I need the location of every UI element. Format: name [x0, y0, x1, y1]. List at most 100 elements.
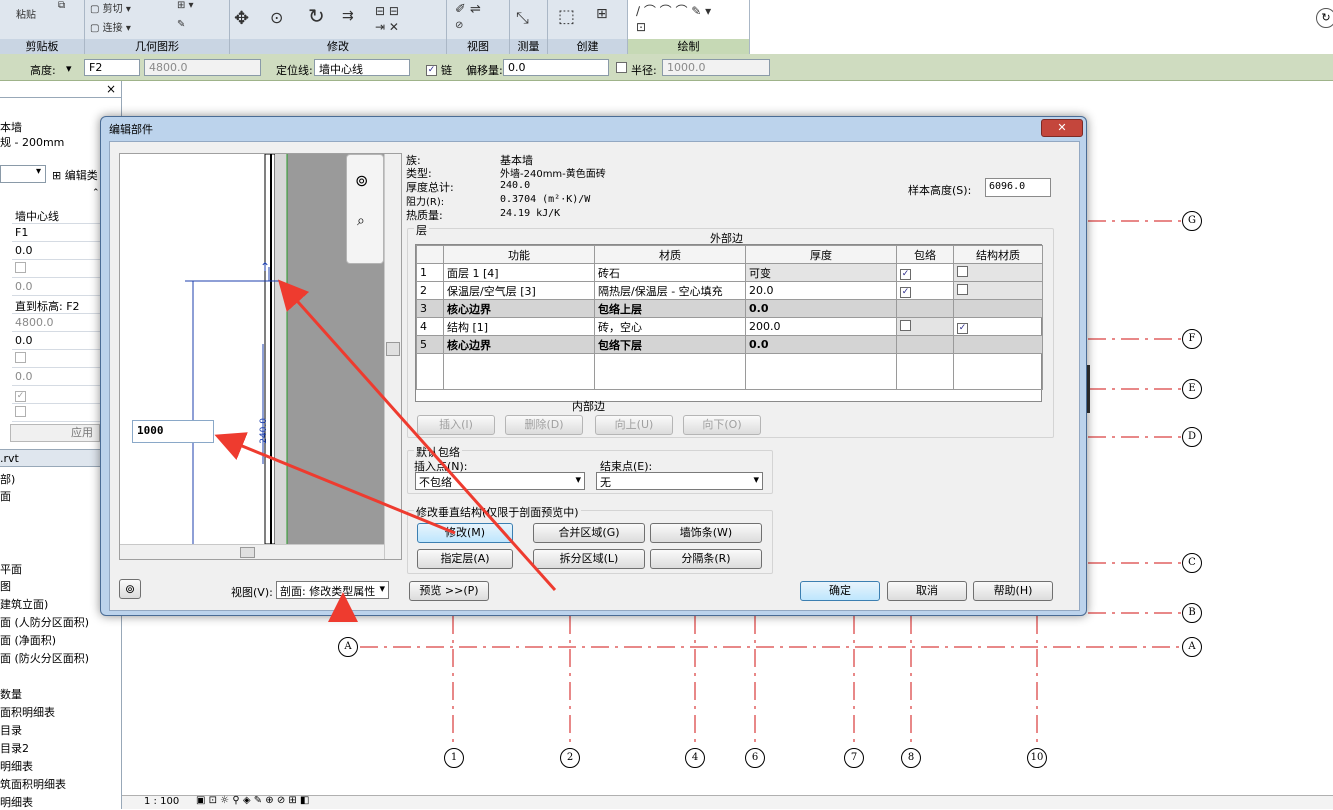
- prop-top-offset[interactable]: 0.0: [12, 332, 100, 350]
- cell-thickness[interactable]: 0.0: [745, 335, 897, 354]
- tree-item-4[interactable]: 图: [0, 578, 11, 594]
- copy-icon[interactable]: ⧉: [58, 0, 65, 11]
- radius-checkbox[interactable]: [616, 62, 627, 76]
- cell-material[interactable]: 隔热层/保温层 - 空心填充: [594, 281, 746, 300]
- apply-button[interactable]: 应用: [10, 424, 100, 442]
- reveals-button[interactable]: 分隔条(R): [650, 549, 762, 569]
- move-icon[interactable]: ✥: [234, 8, 249, 29]
- steering-wheel[interactable]: ⊚ ⌕: [346, 154, 384, 264]
- tree-item-12[interactable]: 目录2: [0, 740, 29, 756]
- zoom-region-icon[interactable]: ⌕: [357, 213, 365, 229]
- edit-type-button[interactable]: ⊞ 编辑类: [52, 167, 98, 183]
- prop-room-bounding[interactable]: ✓: [12, 386, 100, 404]
- prop-base-level[interactable]: F1: [12, 224, 100, 242]
- cell-thickness[interactable]: 可变: [745, 263, 897, 282]
- radius-field[interactable]: 1000.0: [662, 59, 770, 76]
- table-row[interactable]: 4 结构 [1] 砖，空心 200.0 ✓: [416, 317, 1043, 336]
- prop-location-line[interactable]: 墙中心线: [12, 206, 100, 224]
- close-icon[interactable]: ✕: [1041, 119, 1083, 137]
- grid-bubble-8[interactable]: 8: [901, 748, 921, 768]
- grid-bubble-E[interactable]: E: [1182, 379, 1202, 399]
- prop-base-offset[interactable]: 0.0: [12, 242, 100, 260]
- prop-base-extension[interactable]: 0.0: [12, 278, 100, 296]
- cell-wrap[interactable]: ✓: [896, 281, 954, 300]
- delete-icon[interactable]: ⇥ ✕: [375, 20, 399, 34]
- tree-item-9[interactable]: 数量: [0, 686, 22, 702]
- tree-item-11[interactable]: 目录: [0, 722, 22, 738]
- join-button[interactable]: ▢ 连接 ▾: [90, 19, 131, 34]
- move-up-button[interactable]: 向上(U): [595, 415, 673, 435]
- cell-material[interactable]: 包络下层: [594, 335, 746, 354]
- chain-checkbox[interactable]: ✓: [426, 62, 437, 76]
- sample-height-field[interactable]: 6096.0: [985, 178, 1051, 197]
- end-point-select[interactable]: 无: [596, 472, 763, 490]
- view-control-icons[interactable]: ▣ ⊡ ☼ ⚲ ◈ ✎ ⊕ ⊘ ⊞ ◧: [196, 795, 309, 806]
- hscroll-thumb[interactable]: [240, 547, 255, 558]
- height-level-select[interactable]: F2: [84, 59, 140, 76]
- tree-item-1[interactable]: 部): [0, 471, 15, 487]
- grid-bubble-7[interactable]: 7: [844, 748, 864, 768]
- table-row[interactable]: 2 保温层/空气层 [3] 隔热层/保温层 - 空心填充 20.0 ✓: [416, 281, 1043, 300]
- arrow-up-icon[interactable]: ↑: [260, 260, 270, 274]
- cell-function[interactable]: 核心边界: [443, 299, 595, 318]
- table-row[interactable]: 5 核心边界 包络下层 0.0: [416, 335, 1043, 354]
- grid-bubble-C[interactable]: C: [1182, 553, 1202, 573]
- insert-point-select[interactable]: 不包络: [415, 472, 585, 490]
- row-number[interactable]: 2: [416, 281, 444, 300]
- vscroll-thumb[interactable]: [386, 342, 400, 356]
- preview-dimension-label[interactable]: 240.0: [259, 418, 269, 444]
- tree-item-5[interactable]: 建筑立面): [0, 596, 48, 612]
- cell-wrap[interactable]: [896, 317, 954, 336]
- cell-material[interactable]: 砖石: [594, 263, 746, 282]
- rotate-icon[interactable]: ↻: [308, 4, 325, 28]
- view-select[interactable]: 剖面: 修改类型属性: [276, 581, 389, 599]
- cell-wrap[interactable]: ✓: [896, 263, 954, 282]
- tree-item-3[interactable]: 平面: [0, 561, 22, 577]
- insert-layer-button[interactable]: 插入(I): [417, 415, 495, 435]
- tree-item-13[interactable]: 明细表: [0, 758, 33, 774]
- collapse-icon[interactable]: ⌃: [92, 188, 100, 198]
- grid-bubble-4[interactable]: 4: [685, 748, 705, 768]
- modify-button[interactable]: 修改(M): [417, 523, 513, 543]
- measure-icon[interactable]: ⤡: [516, 8, 529, 28]
- height-dropdown-arrow-icon[interactable]: ▾: [66, 62, 72, 75]
- tree-item-10[interactable]: 面积明细表: [0, 704, 55, 720]
- scale-label[interactable]: 1 : 100: [144, 796, 179, 807]
- row-number[interactable]: 1: [416, 263, 444, 282]
- tree-item-8[interactable]: 面 (防火分区面积): [0, 650, 89, 666]
- prop-top-attached[interactable]: [12, 350, 100, 368]
- delete-layer-button[interactable]: 删除(D): [505, 415, 583, 435]
- table-row[interactable]: 3 核心边界 包络上层 0.0: [416, 299, 1043, 318]
- preview-hscrollbar[interactable]: [120, 544, 384, 559]
- grid-bubble-10[interactable]: 10: [1027, 748, 1047, 768]
- cut-button[interactable]: ▢ 剪切 ▾: [90, 0, 131, 15]
- cell-structural[interactable]: [953, 281, 1043, 300]
- create-similar-icon[interactable]: ⊞: [596, 6, 608, 22]
- grid-bubble-A-right[interactable]: A: [1182, 637, 1202, 657]
- preview-toggle-button[interactable]: 预览 >>(P): [409, 581, 489, 601]
- preview-vscrollbar[interactable]: [384, 154, 401, 559]
- draw-tools-icon[interactable]: ∕ ⌒ ⌒ ⌒ ✎ ▾: [636, 2, 711, 19]
- row-number[interactable]: 5: [416, 335, 444, 354]
- cancel-button[interactable]: 取消: [887, 581, 967, 601]
- row-number[interactable]: 4: [416, 317, 444, 336]
- pick-lines-icon[interactable]: ⊡: [636, 20, 646, 34]
- assign-layers-button[interactable]: 指定层(A): [417, 549, 513, 569]
- cell-function[interactable]: 结构 [1]: [443, 317, 595, 336]
- paste-label[interactable]: 粘贴: [16, 6, 36, 21]
- instance-filter-select[interactable]: ▾: [0, 165, 46, 183]
- geometry-tools-icon[interactable]: ⊞ ▾: [177, 0, 194, 11]
- cell-thickness[interactable]: 0.0: [745, 299, 897, 318]
- trim-icon[interactable]: ⇉: [342, 8, 354, 24]
- table-row[interactable]: 1 面层 1 [4] 砖石 可变 ✓: [416, 263, 1043, 282]
- cell-function[interactable]: 面层 1 [4]: [443, 263, 595, 282]
- ok-button[interactable]: 确定: [800, 581, 880, 601]
- prop-top-constraint[interactable]: 直到标高: F2: [12, 296, 100, 314]
- tree-item-7[interactable]: 面 (净面积): [0, 632, 56, 648]
- zoom-2d-icon[interactable]: ⊚: [355, 171, 368, 190]
- split-region-button[interactable]: 拆分区域(L): [533, 549, 645, 569]
- help-button[interactable]: 帮助(H): [973, 581, 1053, 601]
- grid-bubble-2[interactable]: 2: [560, 748, 580, 768]
- grid-bubble-A-left[interactable]: A: [338, 637, 358, 657]
- create-group-icon[interactable]: ⬚: [558, 6, 575, 27]
